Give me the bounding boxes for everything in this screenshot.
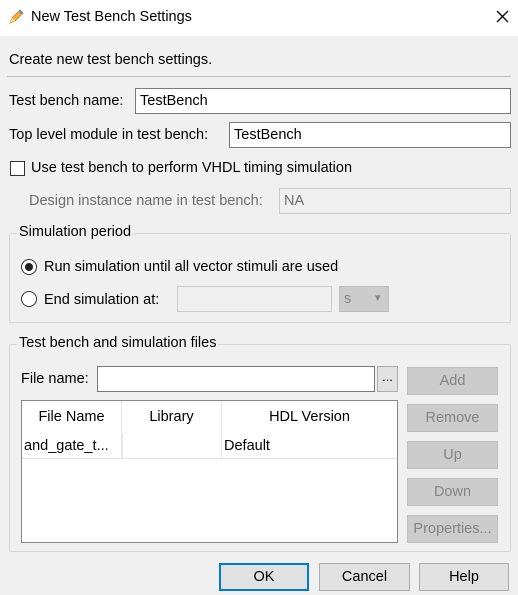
tb-name-input[interactable]: TestBench — [135, 88, 511, 114]
design-instance-input: NA — [279, 188, 511, 214]
files-group-title: Test bench and simulation files — [17, 335, 219, 351]
properties-button[interactable]: Properties... — [407, 515, 498, 543]
remove-button[interactable]: Remove — [407, 404, 498, 432]
time-unit-value: s — [344, 291, 352, 307]
column-header-file-name[interactable]: File Name — [22, 401, 122, 433]
window-title: New Test Bench Settings — [31, 9, 192, 25]
vhdl-timing-checkbox[interactable] — [10, 161, 25, 176]
help-button[interactable]: Help — [419, 563, 509, 591]
simulation-period-title: Simulation period — [17, 224, 134, 240]
title-bar: New Test Bench Settings — [0, 0, 518, 36]
file-name-label: File name: — [21, 371, 89, 387]
end-at-input — [177, 286, 332, 312]
table-row[interactable]: and_gate_t... Default — [22, 433, 397, 459]
file-name-input[interactable] — [97, 366, 375, 392]
tb-name-label: Test bench name: — [9, 93, 124, 109]
column-header-library[interactable]: Library — [122, 401, 222, 433]
browse-button[interactable]: ... — [377, 366, 398, 392]
ok-button[interactable]: OK — [219, 563, 309, 591]
cancel-button[interactable]: Cancel — [319, 563, 410, 591]
run-all-radio[interactable] — [21, 259, 37, 275]
cell-file-name: and_gate_t... — [22, 433, 122, 459]
column-divider — [122, 433, 123, 459]
cell-library — [122, 433, 222, 459]
top-module-input[interactable]: TestBench — [229, 122, 511, 148]
end-at-label: End simulation at: — [44, 292, 160, 308]
caption-divider — [7, 76, 511, 77]
design-instance-label: Design instance name in test bench: — [29, 193, 263, 209]
cell-hdl-version: Default — [224, 438, 270, 454]
column-header-hdl-version[interactable]: HDL Version — [222, 401, 397, 433]
pencil-icon — [7, 8, 25, 26]
close-button[interactable] — [488, 3, 516, 31]
radio-selected-dot — [25, 263, 33, 271]
run-all-label: Run simulation until all vector stimuli … — [44, 259, 339, 275]
end-at-radio[interactable] — [21, 291, 37, 307]
vhdl-timing-label: Use test bench to perform VHDL timing si… — [31, 160, 353, 176]
files-table: File Name Library HDL Version and_gate_t… — [21, 400, 398, 543]
add-button[interactable]: Add — [407, 367, 498, 395]
chevron-down-icon: ▾ — [375, 292, 381, 304]
time-unit-select: s ▾ — [339, 286, 389, 312]
top-module-label: Top level module in test bench: — [9, 127, 209, 143]
dialog-caption: Create new test bench settings. — [9, 52, 213, 68]
close-icon — [496, 10, 509, 23]
up-button[interactable]: Up — [407, 441, 498, 469]
down-button[interactable]: Down — [407, 478, 498, 506]
